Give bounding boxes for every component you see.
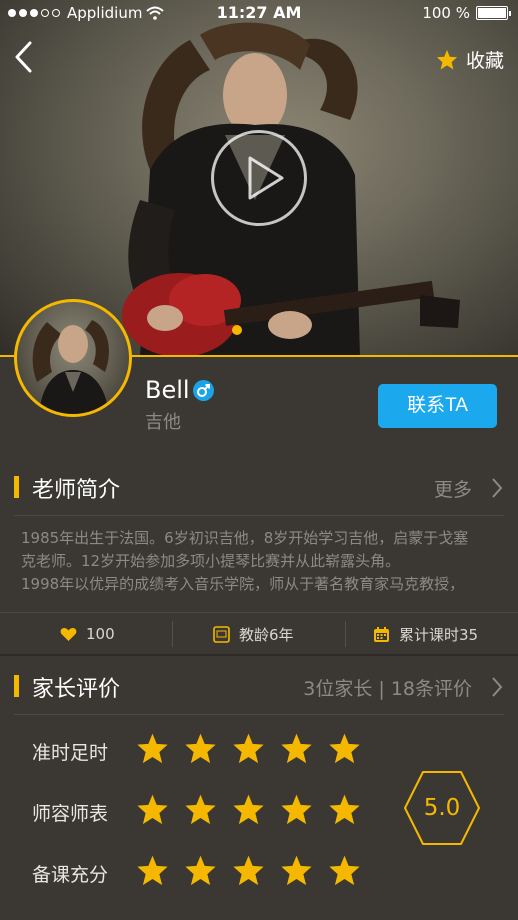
star-rating (136, 854, 361, 886)
likes-stat[interactable]: 100 (60, 613, 115, 655)
star-icon (281, 855, 312, 886)
teaching-age: 教龄6年 (239, 625, 294, 644)
rating-row: 准时足时 (0, 730, 400, 770)
section-marker (14, 476, 19, 498)
stats-bar: 100 教龄6年 累计课时35 (0, 612, 518, 656)
stat-divider (172, 621, 173, 647)
teacher-subject: 吉他 (145, 412, 181, 433)
total-hours-stat: 累计课时35 (373, 613, 478, 655)
play-video-button[interactable] (211, 130, 307, 226)
play-icon (248, 156, 284, 200)
star-icon (137, 794, 168, 825)
battery-icon (476, 6, 511, 20)
star-icon (137, 733, 168, 764)
teaching-age-stat: 教龄6年 (213, 613, 294, 655)
calendar-icon (374, 626, 389, 642)
reviews-summary[interactable]: 3位家长 | 18条评价 (303, 674, 472, 701)
star-icon (281, 794, 312, 825)
total-hours: 累计课时35 (399, 625, 479, 644)
rating-row: 师容师表 (0, 791, 400, 831)
star-icon (137, 855, 168, 886)
rating-label: 师容师表 (32, 803, 109, 825)
intro-title: 老师简介 (32, 478, 121, 503)
star-icon (185, 794, 216, 825)
reviews-title: 家长评价 (32, 677, 121, 702)
star-icon (185, 733, 216, 764)
overall-score: 5.0 (423, 795, 461, 821)
star-icon (233, 733, 264, 764)
star-icon (233, 794, 264, 825)
star-icon (185, 855, 216, 886)
star-icon (436, 49, 458, 70)
chevron-right-icon (492, 478, 503, 498)
divider (14, 515, 504, 516)
star-rating (136, 732, 361, 764)
intro-line: 克老师。12岁开始参加多项小提琴比赛并从此崭露头角。 (21, 552, 401, 570)
likes-count: 100 (86, 625, 115, 643)
star-icon (329, 733, 360, 764)
battery-percent: 100 % (422, 4, 470, 22)
status-bar: Applidium 11:27 AM 100 % (0, 0, 518, 26)
contact-button[interactable]: 联系TA (378, 384, 497, 428)
rating-label: 备课充分 (32, 864, 109, 886)
star-icon (281, 733, 312, 764)
favorite-button[interactable]: 收藏 (436, 46, 504, 73)
intro-section-header[interactable]: 老师简介 更多 (0, 458, 518, 514)
section-marker (14, 675, 19, 697)
star-icon (233, 855, 264, 886)
intro-line: 1998年以优异的成绩考入音乐学院，师从于著名教育家马克教授， (21, 575, 465, 593)
divider (14, 714, 504, 715)
intro-text: 1985年出生于法国。6岁初识吉他，8岁开始学习吉他，启蒙于戈塞 克老师。12岁… (21, 527, 501, 596)
avatar[interactable] (14, 299, 132, 417)
back-icon (15, 41, 32, 73)
intro-more-link[interactable]: 更多 (434, 475, 472, 502)
male-icon (193, 380, 214, 401)
carousel-indicator (232, 325, 242, 335)
intro-line: 1985年出生于法国。6岁初识吉他，8岁开始学习吉他，启蒙于戈塞 (21, 529, 469, 547)
chevron-right-icon (492, 677, 503, 697)
star-rating (136, 793, 361, 825)
reviews-section-header[interactable]: 家长评价 3位家长 | 18条评价 (0, 657, 518, 713)
avatar-photo (32, 320, 109, 414)
star-icon (329, 794, 360, 825)
star-icon (329, 855, 360, 886)
rating-row: 备课充分 (0, 852, 400, 892)
back-button[interactable] (12, 40, 36, 74)
favorite-label: 收藏 (465, 50, 504, 72)
stat-divider (345, 621, 346, 647)
rating-label: 准时足时 (32, 742, 109, 764)
teacher-name: Bell (145, 376, 190, 404)
certificate-icon (213, 625, 230, 643)
heart-icon (60, 627, 77, 641)
